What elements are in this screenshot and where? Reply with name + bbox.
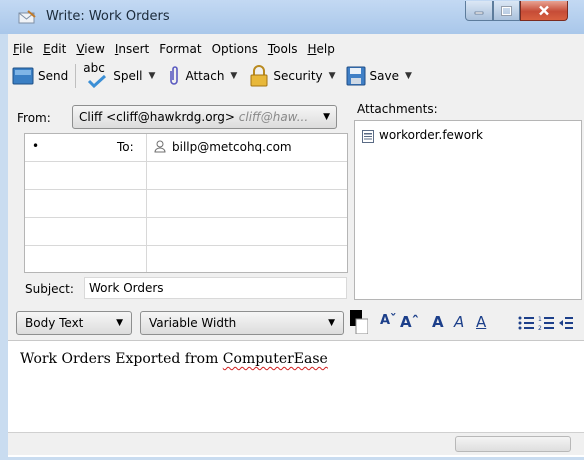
attach-button[interactable]: Attach ▼ [163,63,241,89]
security-button[interactable]: Security ▼ [245,63,339,89]
text-color-swatch[interactable] [350,310,368,334]
svg-text:2: 2 [538,325,542,331]
send-button[interactable]: Send [8,63,72,89]
menu-insert-label: nsert [118,42,150,56]
recipient-grid: • To: billp@metcohq.com [24,133,348,273]
save-button[interactable]: Save ▼ [342,63,416,89]
compose-app-icon [18,10,36,24]
spell-label: Spell [113,69,143,83]
attach-dropdown-icon[interactable]: ▼ [230,71,237,81]
save-label: Save [369,69,400,83]
file-icon [362,130,374,143]
menu-file-label: ile [19,42,34,56]
menu-view-label: iew [84,42,105,56]
menu-help[interactable]: Help [302,40,339,58]
spell-dropdown-icon[interactable]: ▼ [149,71,156,81]
recipient-row-empty[interactable] [25,190,347,218]
lock-icon [250,65,268,87]
menu-file[interactable]: File [8,40,38,58]
paragraph-style-value: Body Text [25,316,84,330]
recipient-row-empty[interactable] [25,246,347,273]
security-label: Security [273,69,323,83]
recipient-row-empty[interactable] [25,218,347,246]
spell-icon: abc [83,61,109,88]
subject-input[interactable]: Work Orders [84,277,347,299]
outdent-icon[interactable] [559,315,573,331]
person-icon [154,140,166,153]
floppy-disk-icon [346,66,366,86]
minimize-icon [474,11,484,14]
menu-bar: File Edit View Insert Format Options Too… [8,40,340,58]
recipient-type-select[interactable]: • [32,139,39,153]
spell-icon-text: abc [83,61,105,75]
menu-edit-mnemonic: E [43,42,51,56]
security-dropdown-icon[interactable]: ▼ [329,71,336,81]
body-text-plain: Work Orders Exported from [20,351,223,367]
bold-button[interactable]: A [432,313,444,331]
check-icon [88,74,107,88]
minimize-button[interactable] [465,1,493,21]
paragraph-style-select[interactable]: Body Text ▼ [16,311,132,335]
underline-button[interactable]: A [476,313,486,331]
menu-help-label: elp [316,42,335,56]
from-hint: cliff@haw... [238,110,309,124]
font-family-select[interactable]: Variable Width ▼ [140,311,344,335]
menu-options[interactable]: Options [207,40,263,58]
save-dropdown-icon[interactable]: ▼ [405,71,412,81]
attachments-pane[interactable]: workorder.fework [354,120,582,300]
bullet-list-icon[interactable] [518,315,534,331]
attachment-item[interactable]: workorder.fework [379,128,483,142]
subject-label: Subject: [25,282,74,296]
attach-label: Attach [185,69,225,83]
smaller-text-button[interactable]: Aˇ [380,313,397,328]
to-address-input[interactable]: billp@metcohq.com [172,140,292,154]
from-dropdown-icon: ▼ [323,112,330,122]
menu-format[interactable]: Format [154,40,206,58]
send-label: Send [38,69,69,83]
message-body-text: Work Orders Exported from ComputerEase [20,351,328,367]
body-text-misspelled: ComputerEase [222,351,328,367]
compose-window: Write: Work Orders File Edit View Insert… [0,0,584,460]
menu-edit[interactable]: Edit [38,40,71,58]
close-button[interactable] [520,1,568,21]
menu-insert[interactable]: Insert [110,40,154,58]
main-toolbar: Send abc Spell ▼ Attach ▼ Security ▼ Sav… [8,60,584,92]
font-family-value: Variable Width [149,316,237,330]
menu-format-label: Format [159,42,202,56]
from-value: Cliff <cliff@hawkrdg.org> [79,110,235,124]
recipient-row[interactable]: • To: billp@metcohq.com [25,134,347,162]
paragraph-dropdown-icon: ▼ [116,318,123,328]
send-icon [12,67,34,85]
menu-tools[interactable]: Tools [263,40,303,58]
italic-button[interactable]: A [454,313,464,331]
recipient-row-empty[interactable] [25,162,347,190]
close-icon [539,5,549,16]
toolbar-separator [75,64,77,88]
spell-button[interactable]: abc Spell ▼ [79,61,159,89]
maximize-icon [501,5,512,16]
maximize-button[interactable] [493,1,520,21]
numbered-list-icon[interactable]: 12 [538,315,554,331]
svg-text:1: 1 [538,316,542,323]
status-bar [8,432,584,455]
status-progress-panel [455,436,571,452]
to-label: To: [117,140,134,154]
menu-view[interactable]: View [71,40,109,58]
recipient-column-divider [146,134,147,272]
title-bar[interactable]: Write: Work Orders [0,0,584,34]
from-label: From: [17,111,51,125]
from-identity-select[interactable]: Cliff <cliff@hawkrdg.org> cliff@haw... ▼ [72,105,337,129]
menu-edit-label: dit [50,42,67,56]
compose-client-area: File Edit View Insert Format Options Too… [8,34,584,457]
paperclip-icon [170,66,179,85]
font-dropdown-icon: ▼ [328,318,335,328]
larger-text-button[interactable]: Aˆ [400,313,419,331]
menu-options-label: Options [211,42,258,56]
menu-tools-label: ools [273,42,298,56]
format-toolbar: Body Text ▼ Variable Width ▼ Aˇ Aˆ A A A… [8,308,584,338]
window-title: Write: Work Orders [46,9,170,24]
attachments-label: Attachments: [357,102,438,116]
